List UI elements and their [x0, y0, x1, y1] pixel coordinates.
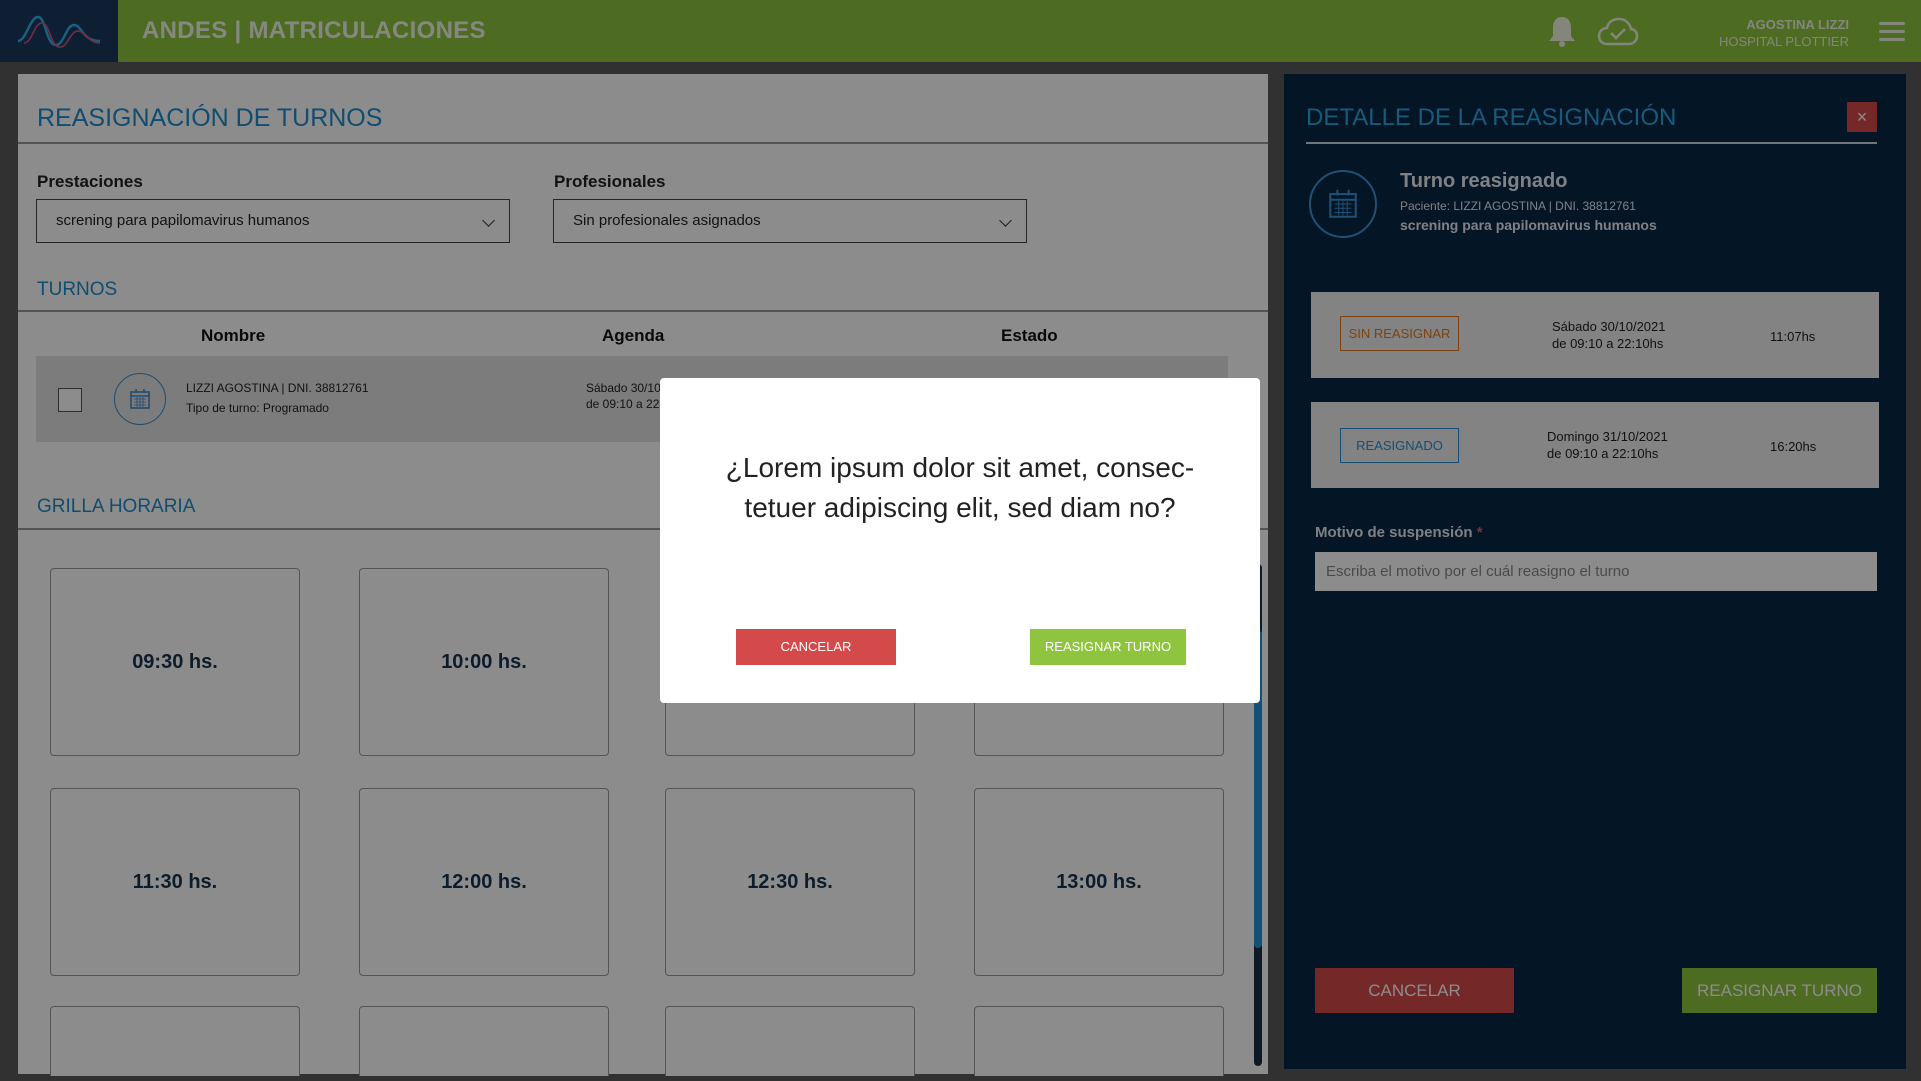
dialog-cancel-button[interactable]: CANCELAR [736, 629, 896, 665]
dialog-reassign-button[interactable]: REASIGNAR TURNO [1030, 629, 1186, 665]
confirm-dialog: ¿Lorem ipsum dolor sit amet, consec- tet… [660, 378, 1260, 703]
dialog-question: ¿Lorem ipsum dolor sit amet, consec- tet… [725, 452, 1195, 523]
